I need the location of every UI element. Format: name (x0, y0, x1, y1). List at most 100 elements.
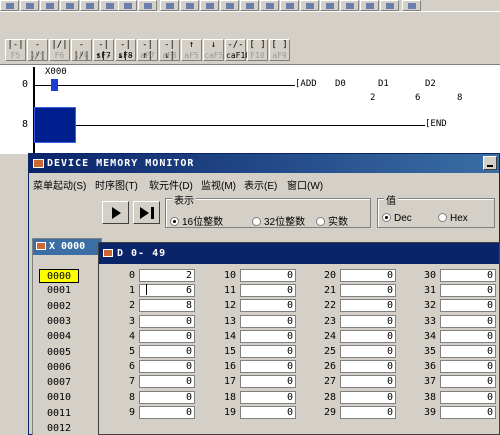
d-register-value[interactable]: 0 (340, 284, 396, 298)
x-device-row[interactable]: 0007 (39, 376, 79, 390)
radio-16bit[interactable]: 16位整数 (170, 213, 223, 228)
d-register-value[interactable]: 0 (240, 284, 296, 298)
d-register-value[interactable]: 0 (240, 345, 296, 358)
fkey-button-f6[interactable]: |/| F6 (49, 39, 70, 61)
toolbar-button[interactable] (340, 0, 359, 11)
d-register-value[interactable]: 0 (139, 405, 195, 419)
fkey-button-caf5[interactable]: ↓ caF5 (203, 39, 224, 61)
d-register-value[interactable]: 0 (440, 299, 496, 313)
radio-hex[interactable]: Hex (438, 213, 468, 224)
x-device-row[interactable]: 0010 (39, 391, 79, 405)
d-register-value[interactable]: 0 (139, 360, 195, 374)
fkey-button-sf6[interactable]: -|/| sF6 (71, 39, 92, 61)
d-register-value[interactable]: 0 (240, 390, 296, 404)
d-register-value[interactable]: 0 (340, 405, 396, 419)
d-subwindow-title[interactable]: D 0- 49 (99, 243, 499, 264)
toolbar-button[interactable] (100, 0, 119, 11)
toolbar-button[interactable] (118, 0, 137, 11)
fkey-button-f5[interactable]: |-| F5 (5, 39, 26, 61)
menu-start[interactable]: 菜单起动(S) (33, 177, 86, 192)
toolbar-button[interactable] (402, 0, 421, 11)
toolbar-button[interactable] (300, 0, 319, 11)
d-register-value[interactable]: 8 (139, 299, 195, 313)
fkey-button-sf8[interactable]: -|↓|- sF8 (115, 39, 136, 61)
radio-dec[interactable]: Dec (382, 213, 412, 224)
radio-32bit[interactable]: 32位整数 (252, 213, 305, 228)
toolbar-button[interactable] (0, 0, 19, 11)
toolbar-button[interactable] (260, 0, 279, 11)
radio-real[interactable]: 实数 (316, 213, 348, 228)
fkey-button-af5[interactable]: ↑ aF5 (181, 39, 202, 61)
menu-window[interactable]: 窗口(W) (287, 177, 323, 192)
start-monitor-button[interactable] (102, 201, 129, 224)
d-register-value[interactable]: 0 (240, 314, 296, 328)
fkey-button-af8[interactable]: -|↓| aF8 (159, 39, 180, 61)
fkey-button-sf7[interactable]: -|↑|- sF7 (93, 39, 114, 61)
toolbar-button[interactable] (280, 0, 299, 11)
toolbar-button[interactable] (40, 0, 59, 11)
d-register-value[interactable]: 0 (340, 345, 396, 358)
d-register-value[interactable]: 0 (440, 345, 496, 358)
menu-display[interactable]: 表示(E) (244, 177, 277, 192)
d-register-value[interactable]: 0 (139, 390, 195, 404)
x-device-row[interactable]: 0012 (39, 422, 79, 435)
toolbar-button[interactable] (320, 0, 339, 11)
d-register-value[interactable]: 0 (139, 375, 195, 389)
d-register-value[interactable]: 0 (340, 375, 396, 389)
d-register-value[interactable]: 0 (440, 329, 496, 343)
d-register-value[interactable]: 0 (440, 405, 496, 419)
d-register-value[interactable]: 0 (139, 329, 195, 343)
fkey-button-caf10[interactable]: -/- caF10 (225, 39, 250, 61)
menu-device[interactable]: 软元件(D) (149, 177, 193, 192)
d-register-value[interactable]: 0 (240, 360, 296, 374)
d-register-value[interactable]: 0 (340, 314, 396, 328)
d-register-value[interactable]: 0 (440, 375, 496, 389)
toolbar-button[interactable] (80, 0, 99, 11)
x-device-row[interactable]: 0003 (39, 315, 79, 329)
d-register-value[interactable]: 0 (340, 299, 396, 313)
step-monitor-button[interactable] (133, 201, 160, 224)
end-instruction[interactable]: [END (425, 119, 447, 129)
toolbar-button[interactable] (360, 0, 379, 11)
d-register-value[interactable]: 0 (440, 269, 496, 282)
x-device-row[interactable]: 0001 (39, 284, 79, 298)
contact-x000[interactable] (51, 79, 58, 91)
x-device-row[interactable]: 0011 (39, 407, 79, 421)
d-register-value[interactable]: 0 (440, 314, 496, 328)
d-register-value[interactable]: 2 (139, 269, 195, 282)
d-register-value[interactable]: 0 (139, 345, 195, 358)
fkey-button-sf5[interactable]: -|/| sF5 (27, 39, 48, 61)
toolbar-button[interactable] (380, 0, 399, 11)
menu-timing[interactable]: 时序图(T) (95, 177, 138, 192)
d-register-value[interactable]: 0 (440, 390, 496, 404)
toolbar-button[interactable] (200, 0, 219, 11)
toolbar-button[interactable] (138, 0, 157, 11)
minimize-button[interactable] (483, 156, 497, 170)
d-register-value[interactable]: 0 (240, 329, 296, 343)
x-device-row[interactable]: 0005 (39, 346, 79, 360)
d-register-value[interactable]: 0 (340, 329, 396, 343)
window-title-bar[interactable]: DEVICE MEMORY MONITOR (29, 154, 499, 173)
menu-monitor[interactable]: 监视(M) (201, 177, 236, 192)
fkey-button-af9[interactable]: [ ] aF9 (269, 39, 290, 61)
x-device-row[interactable]: 0006 (39, 361, 79, 375)
x-device-row[interactable]: 0002 (39, 300, 79, 314)
fkey-button-f10[interactable]: [ ] F10 (247, 39, 268, 61)
d-register-value[interactable]: 0 (340, 360, 396, 374)
toolbar-button[interactable] (160, 0, 179, 11)
d-register-value[interactable]: 0 (240, 405, 296, 419)
d-register-value[interactable]: 0 (240, 375, 296, 389)
toolbar-button[interactable] (240, 0, 259, 11)
toolbar-button[interactable] (60, 0, 79, 11)
fkey-button-af7[interactable]: -|↑| aF7 (137, 39, 158, 61)
d-register-value[interactable]: 0 (240, 269, 296, 282)
d-register-value[interactable]: 0 (440, 360, 496, 374)
d-register-value[interactable]: 0 (240, 299, 296, 313)
x-subwindow-title[interactable]: X 0000 (33, 239, 101, 255)
toolbar-button[interactable] (220, 0, 239, 11)
d-register-value[interactable]: 6 (139, 284, 195, 298)
d-register-value[interactable]: 0 (440, 284, 496, 298)
d-register-value[interactable]: 0 (340, 269, 396, 282)
d-register-value[interactable]: 0 (340, 390, 396, 404)
x-device-row[interactable]: 0004 (39, 330, 79, 344)
